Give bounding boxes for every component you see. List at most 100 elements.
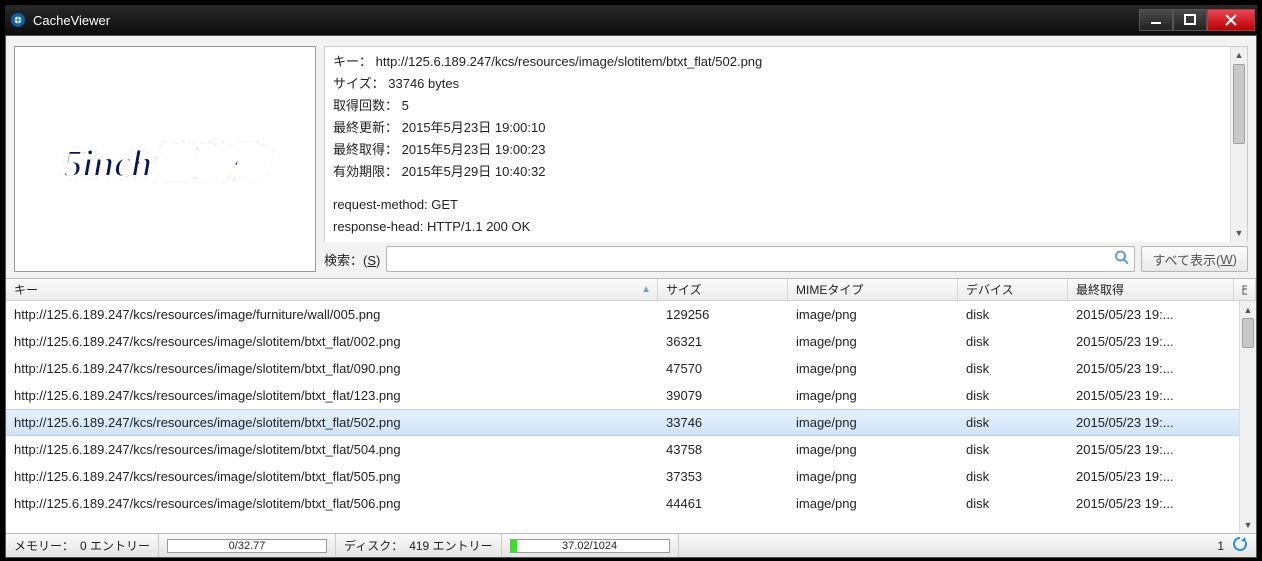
cell-last: 2015/05/23 19:... <box>1068 361 1256 376</box>
cell-mime: image/png <box>788 388 958 403</box>
table-area: キー▲ サイズ MIMEタイプ デバイス 最終取得 http://125.6.1… <box>6 278 1256 533</box>
cell-key: http://125.6.189.247/kcs/resources/image… <box>6 361 658 376</box>
scroll-thumb[interactable] <box>1242 318 1254 348</box>
cell-mime: image/png <box>788 469 958 484</box>
cell-key: http://125.6.189.247/kcs/resources/image… <box>6 307 658 322</box>
cell-dev: disk <box>958 496 1068 511</box>
cell-key: http://125.6.189.247/kcs/resources/image… <box>6 334 658 349</box>
app-icon <box>9 11 27 29</box>
minimize-button[interactable] <box>1139 9 1173 31</box>
cell-mime: image/png <box>788 334 958 349</box>
upper-panel: 5inch連装砲 キー： http://125.6.189.247/kcs/re… <box>6 36 1256 278</box>
preview-pane[interactable]: 5inch連装砲 <box>14 46 316 272</box>
cell-mime: image/png <box>788 496 958 511</box>
status-disk: ディスク： 419 エントリー <box>336 534 502 557</box>
cell-key: http://125.6.189.247/kcs/resources/image… <box>6 388 658 403</box>
detail-lastfetch-value: 2015年5月23日 19:00:23 <box>402 142 546 157</box>
disk-bar: 37.02/1024 <box>502 534 679 557</box>
detail-expire-value: 2015年5月29日 10:40:32 <box>402 164 546 179</box>
sort-asc-icon: ▲ <box>641 284 651 295</box>
cell-dev: disk <box>958 307 1068 322</box>
memory-entries: 0 エントリー <box>80 537 150 554</box>
scroll-up-icon[interactable]: ▲ <box>1240 301 1256 318</box>
scroll-down-icon[interactable]: ▼ <box>1231 225 1247 242</box>
status-one: 1 <box>1217 539 1224 553</box>
close-button[interactable] <box>1207 9 1255 31</box>
status-bar: メモリー： 0 エントリー 0/32.77 ディスク： 419 エントリー 37… <box>6 533 1256 557</box>
detail-panel: キー： http://125.6.189.247/kcs/resources/i… <box>324 46 1248 272</box>
scroll-up-icon[interactable]: ▲ <box>1231 47 1247 64</box>
maximize-button[interactable] <box>1173 9 1207 31</box>
window-frame: CacheViewer 5inch連装砲 キー： http://125.6.18… <box>0 0 1262 561</box>
cell-size: 47570 <box>658 361 788 376</box>
cell-key: http://125.6.189.247/kcs/resources/image… <box>6 442 658 457</box>
detail-text-area[interactable]: キー： http://125.6.189.247/kcs/resources/i… <box>324 46 1248 242</box>
table-row[interactable]: http://125.6.189.247/kcs/resources/image… <box>6 301 1256 328</box>
cell-size: 39079 <box>658 388 788 403</box>
cell-mime: image/png <box>788 415 958 430</box>
cell-mime: image/png <box>788 442 958 457</box>
detail-lastfetch-label: 最終取得： <box>333 142 398 157</box>
cell-key: http://125.6.189.247/kcs/resources/image… <box>6 496 658 511</box>
detail-lastmod-value: 2015年5月23日 19:00:10 <box>402 120 546 135</box>
column-config-button[interactable] <box>1234 279 1256 300</box>
cell-size: 129256 <box>658 307 788 322</box>
table-row[interactable]: http://125.6.189.247/kcs/resources/image… <box>6 328 1256 355</box>
col-key[interactable]: キー▲ <box>6 279 658 300</box>
scroll-thumb[interactable] <box>1233 64 1245 144</box>
table-row[interactable]: http://125.6.189.247/kcs/resources/image… <box>6 463 1256 490</box>
cell-mime: image/png <box>788 361 958 376</box>
search-input[interactable] <box>387 247 1134 271</box>
memory-bar: 0/32.77 <box>159 534 336 557</box>
table-scrollbar[interactable]: ▲ ▼ <box>1239 301 1256 533</box>
cell-dev: disk <box>958 388 1068 403</box>
search-row: 検索：(S) すべて表示(W) <box>324 242 1248 272</box>
table-row[interactable]: http://125.6.189.247/kcs/resources/image… <box>6 382 1256 409</box>
scroll-down-icon[interactable]: ▼ <box>1240 516 1256 533</box>
table-header: キー▲ サイズ MIMEタイプ デバイス 最終取得 <box>6 279 1256 301</box>
content-area: 5inch連装砲 キー： http://125.6.189.247/kcs/re… <box>5 35 1257 558</box>
cell-dev: disk <box>958 442 1068 457</box>
cell-key: http://125.6.189.247/kcs/resources/image… <box>6 469 658 484</box>
cell-dev: disk <box>958 469 1068 484</box>
detail-scrollbar[interactable]: ▲ ▼ <box>1230 47 1247 242</box>
cell-last: 2015/05/23 19:... <box>1068 415 1256 430</box>
detail-lastmod-label: 最終更新： <box>333 120 398 135</box>
disk-entries: 419 エントリー <box>409 537 492 554</box>
col-size[interactable]: サイズ <box>658 279 788 300</box>
cell-last: 2015/05/23 19:... <box>1068 469 1256 484</box>
table-row[interactable]: http://125.6.189.247/kcs/resources/image… <box>6 490 1256 517</box>
table-row[interactable]: http://125.6.189.247/kcs/resources/image… <box>6 409 1256 436</box>
cell-key: http://125.6.189.247/kcs/resources/image… <box>6 415 658 430</box>
detail-reqmethod: request-method: GET <box>333 194 1239 216</box>
table-body[interactable]: http://125.6.189.247/kcs/resources/image… <box>6 301 1256 533</box>
col-last[interactable]: 最終取得 <box>1068 279 1234 300</box>
window-title: CacheViewer <box>33 13 1139 28</box>
detail-size-label: サイズ： <box>333 76 385 91</box>
search-box[interactable] <box>386 246 1135 272</box>
col-device[interactable]: デバイス <box>958 279 1068 300</box>
table-row[interactable]: http://125.6.189.247/kcs/resources/image… <box>6 436 1256 463</box>
disk-bar-text: 37.02/1024 <box>511 540 669 552</box>
show-all-button[interactable]: すべて表示(W) <box>1141 246 1248 272</box>
search-label: 検索：(S) <box>324 250 380 269</box>
cell-last: 2015/05/23 19:... <box>1068 388 1256 403</box>
window-buttons <box>1139 9 1255 31</box>
titlebar[interactable]: CacheViewer <box>5 5 1257 35</box>
detail-expire-label: 有効期限： <box>333 164 398 179</box>
reload-icon[interactable] <box>1232 536 1248 555</box>
col-mime[interactable]: MIMEタイプ <box>788 279 958 300</box>
preview-image-text: 5inch連装砲 <box>64 132 267 187</box>
cell-dev: disk <box>958 361 1068 376</box>
cell-last: 2015/05/23 19:... <box>1068 334 1256 349</box>
disk-label: ディスク： <box>344 537 403 554</box>
cell-last: 2015/05/23 19:... <box>1068 307 1256 322</box>
table-row[interactable]: http://125.6.189.247/kcs/resources/image… <box>6 355 1256 382</box>
cell-last: 2015/05/23 19:... <box>1068 442 1256 457</box>
detail-fetchcount-value: 5 <box>402 98 409 113</box>
search-icon[interactable] <box>1114 250 1130 269</box>
cell-size: 36321 <box>658 334 788 349</box>
detail-size-value: 33746 bytes <box>388 76 459 91</box>
status-right: 1 <box>1209 536 1256 555</box>
detail-key-value: http://125.6.189.247/kcs/resources/image… <box>376 54 763 69</box>
